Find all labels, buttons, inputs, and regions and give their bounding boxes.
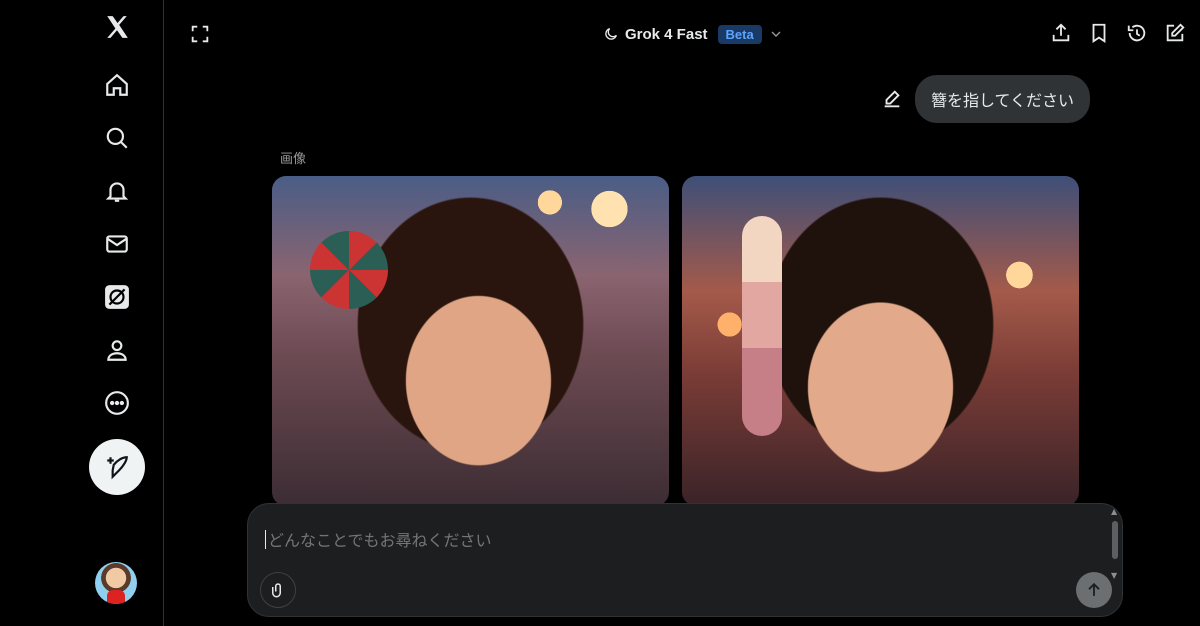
search-icon[interactable] — [96, 117, 138, 159]
share-icon[interactable] — [1050, 22, 1072, 44]
moon-icon — [605, 28, 617, 40]
generated-image-2[interactable] — [682, 176, 1079, 506]
scroll-up-icon[interactable]: ▲ — [1111, 507, 1117, 516]
generated-image-1[interactable] — [272, 176, 669, 506]
history-icon[interactable] — [1126, 22, 1148, 44]
user-message-row: 簪を指してください — [881, 75, 1090, 123]
paperclip-icon — [272, 583, 281, 598]
scroll-down-icon[interactable]: ▼ — [1111, 571, 1117, 580]
x-logo-icon[interactable] — [96, 6, 138, 48]
bookmark-icon[interactable] — [1088, 22, 1110, 44]
user-message-bubble: 簪を指してください — [914, 75, 1090, 123]
beta-badge: Beta — [717, 24, 762, 44]
expand-icon[interactable] — [189, 23, 211, 45]
edit-message-icon[interactable] — [881, 88, 903, 110]
model-selector[interactable]: Grok 4 Fast Beta — [603, 22, 784, 46]
model-name: Grok 4 Fast — [625, 25, 708, 43]
main-area: Grok 4 Fast Beta 簪を指してください 画像 ▲ — [165, 0, 1200, 626]
avatar[interactable] — [95, 562, 137, 604]
mail-icon[interactable] — [96, 223, 138, 265]
bell-icon[interactable] — [96, 170, 138, 212]
message-input[interactable] — [266, 526, 1090, 554]
compose-button[interactable] — [89, 439, 145, 495]
more-icon[interactable] — [96, 382, 138, 424]
composer-scrollbar[interactable]: ▲ ▼ — [1110, 507, 1120, 581]
sidebar — [0, 0, 164, 626]
new-chat-icon[interactable] — [1164, 22, 1186, 44]
feather-plus-icon — [107, 456, 128, 480]
header-actions — [1050, 22, 1186, 44]
images-label: 画像 — [280, 152, 307, 167]
arrow-up-icon — [1088, 582, 1100, 596]
attach-button[interactable] — [260, 572, 296, 608]
hair-ornament — [310, 231, 388, 309]
grok-icon[interactable] — [96, 276, 138, 318]
person-icon[interactable] — [96, 329, 138, 371]
hair-ornament — [742, 216, 782, 436]
chevron-down-icon — [771, 31, 781, 37]
scroll-thumb[interactable] — [1112, 521, 1118, 559]
composer: ▲ ▼ — [247, 503, 1123, 617]
send-button[interactable] — [1076, 572, 1112, 608]
home-icon[interactable] — [96, 64, 138, 106]
